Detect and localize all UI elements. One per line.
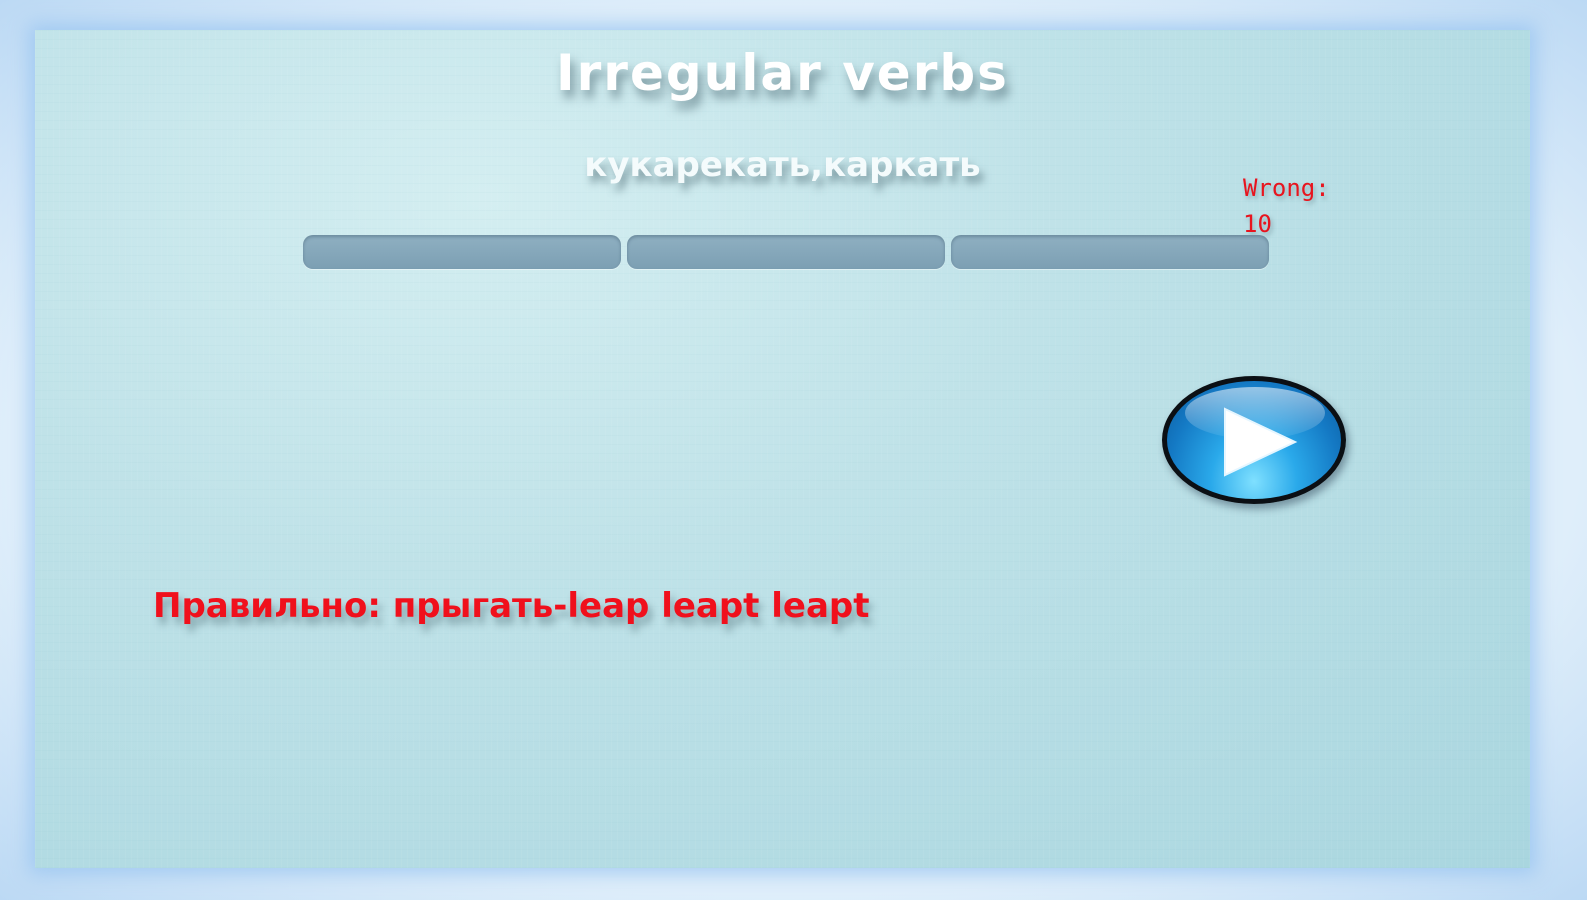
page-frame: Irregular verbs кукарекать,каркать Wrong…	[0, 0, 1587, 900]
answer-field-past-simple[interactable]	[627, 235, 945, 269]
wrong-counter: Wrong: 10	[1243, 170, 1393, 242]
answer-fields	[303, 235, 1269, 269]
feedback-message: Правильно: прыгать-leap leapt leapt	[153, 586, 870, 626]
next-button[interactable]	[1162, 376, 1346, 504]
game-title: Irregular verbs	[556, 44, 1009, 102]
answer-field-past-participle[interactable]	[951, 235, 1269, 269]
game-stage: Irregular verbs кукарекать,каркать Wrong…	[35, 30, 1530, 868]
wrong-label: Wrong:	[1243, 174, 1330, 202]
play-icon	[1224, 407, 1298, 477]
answer-field-infinitive[interactable]	[303, 235, 621, 269]
